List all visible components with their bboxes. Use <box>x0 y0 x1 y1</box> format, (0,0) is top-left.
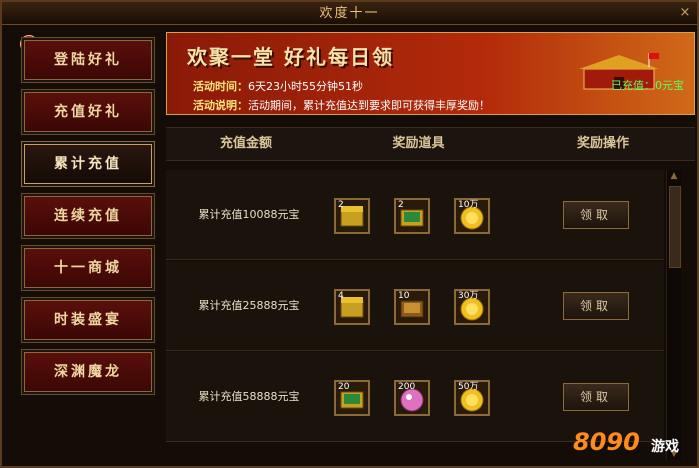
brown-chest-icon[interactable]: 10 <box>394 289 430 325</box>
watermark-suffix: 游戏 <box>651 439 679 455</box>
time-label: 活动时间： <box>193 80 248 93</box>
table-header: 充值金额 奖励道具 奖励操作 <box>166 127 695 161</box>
row-amount: 累计充值58888元宝 <box>198 390 300 403</box>
table-row: 累计充值25888元宝 4 10 30万 领取 <box>166 261 664 351</box>
gold-chest-icon[interactable]: 2 <box>334 198 370 234</box>
claim-button[interactable]: 领取 <box>563 383 629 411</box>
scroll-up-icon[interactable]: ▲ <box>667 170 681 182</box>
scrollbar[interactable]: ▲ ▼ <box>666 170 681 460</box>
row-amount: 累计充值10088元宝 <box>198 208 300 221</box>
site-watermark: 8090 游戏 <box>569 428 689 462</box>
desc-value: 活动期间，累计充值达到要求即可获得丰厚奖励！ <box>248 99 490 112</box>
sidebar-item-fashion-feast[interactable]: 时装盛宴 <box>22 298 154 342</box>
sidebar-item-abyss-dragon[interactable]: 深渊魔龙 <box>22 350 154 394</box>
banner-title: 欢聚一堂 好礼每日领 <box>187 45 394 69</box>
event-time: 活动时间：6天23小时55分钟51秒 <box>193 78 363 94</box>
item-count: 10万 <box>458 200 479 210</box>
green-chest-icon[interactable]: 2 <box>394 198 430 234</box>
sidebar-item-login-gift[interactable]: 登陆好礼 <box>22 38 154 82</box>
scroll-thumb[interactable] <box>669 186 681 268</box>
green-chest-icon[interactable]: 20 <box>334 380 370 416</box>
event-window: 欢度十一 × 1 登陆好礼 充值好礼 累计充值 连续充值 十一商城 时装盛宴 深… <box>0 0 699 468</box>
gold-coin-icon[interactable]: 10万 <box>454 198 490 234</box>
sidebar-item-cumulative-recharge[interactable]: 累计充值 <box>22 142 154 186</box>
item-count: 4 <box>338 291 344 301</box>
gold-chest-icon[interactable]: 4 <box>334 289 370 325</box>
sidebar-item-recharge-gift[interactable]: 充值好礼 <box>22 90 154 134</box>
item-count: 10 <box>398 291 410 301</box>
header-rewards: 奖励道具 <box>392 136 445 151</box>
close-icon[interactable]: × <box>677 5 693 21</box>
table-row: 累计充值10088元宝 2 2 10万 领取 <box>166 170 664 260</box>
item-count: 200 <box>398 382 416 392</box>
sidebar-item-continuous-recharge[interactable]: 连续充值 <box>22 194 154 238</box>
recharged-amount: 已充值：0元宝 <box>611 79 684 92</box>
time-value: 6天23小时55分钟51秒 <box>248 80 363 93</box>
pink-orb-icon[interactable]: 200 <box>394 380 430 416</box>
event-description: 活动说明：活动期间，累计充值达到要求即可获得丰厚奖励！ <box>193 97 490 113</box>
gold-coin-icon[interactable]: 50万 <box>454 380 490 416</box>
item-count: 2 <box>398 200 404 210</box>
header-action: 奖励操作 <box>576 136 629 151</box>
sidebar-item-holiday-shop[interactable]: 十一商城 <box>22 246 154 290</box>
watermark-number: 8090 <box>573 428 640 456</box>
event-banner: 欢聚一堂 好礼每日领 活动时间：6天23小时55分钟51秒 活动说明：活动期间，… <box>166 32 695 115</box>
window-title: 欢度十一 <box>319 6 380 21</box>
sidebar: 1 登陆好礼 充值好礼 累计充值 连续充值 十一商城 时装盛宴 深渊魔龙 <box>8 30 158 462</box>
gold-coin-icon[interactable]: 30万 <box>454 289 490 325</box>
claim-button[interactable]: 领取 <box>563 292 629 320</box>
header-amount: 充值金额 <box>219 136 272 151</box>
desc-label: 活动说明： <box>193 99 248 112</box>
title-bar: 欢度十一 × <box>2 2 697 25</box>
claim-button[interactable]: 领取 <box>563 201 629 229</box>
item-count: 50万 <box>458 382 479 392</box>
row-amount: 累计充值25888元宝 <box>198 299 300 312</box>
item-count: 30万 <box>458 291 479 301</box>
item-count: 20 <box>338 382 350 392</box>
item-count: 2 <box>338 200 344 210</box>
